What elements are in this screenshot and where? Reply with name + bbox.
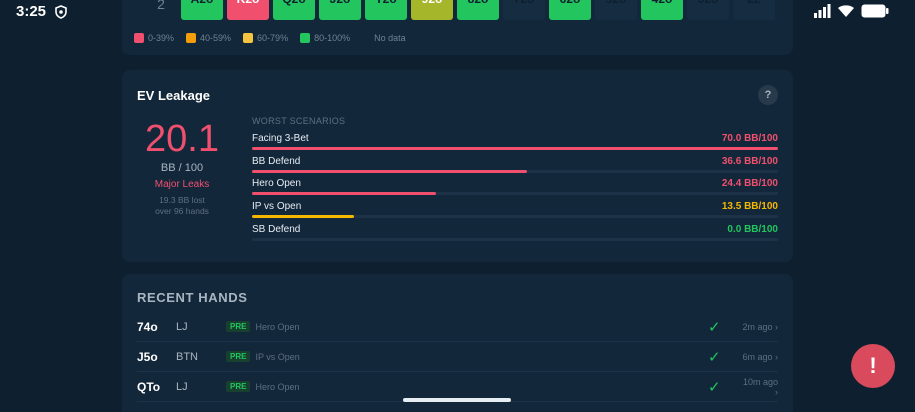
scenario-row[interactable]: BB Defend 36.6 BB/100 [252,156,778,176]
scenario-bar-track [252,237,778,241]
scenario-row[interactable]: Facing 3-Bet 70.0 BB/100 [252,133,778,153]
grid-cell[interactable]: 42o [641,0,683,20]
scenario-bar-fill [252,169,528,173]
scenario-name: Facing 3-Bet [252,133,309,144]
legend-label: 0-39% [148,33,175,43]
hand-grid-row: 2 A2oK2oQ2oJ2oT2o92o82o72o62o52o42o32o22 [145,0,775,20]
check-icon: ✓ [708,378,721,396]
recent-hands-card: RECENT HANDS 74o LJ PRE Hero Open ✓ 2m ago › J… [122,274,793,412]
summary-line-2: over 96 hands [155,206,209,216]
check-icon: ✓ [708,318,721,336]
signal-icon [814,4,831,18]
ev-leakage-card: EV Leakage ? 20.1 BB / 100 Major Leaks 1… [122,70,793,262]
summary-line-1: 19.3 BB lost [159,195,205,205]
legend-item: 80-100% [300,33,350,43]
street-badge: PRE [226,381,251,392]
hand-row[interactable]: 74o LJ PRE Hero Open ✓ 2m ago › [137,312,778,342]
street-badge: PRE [226,321,251,332]
status-icons [813,4,889,18]
scenario-value: 13.5 BB/100 [721,201,778,213]
grid-cell[interactable]: 62o [549,0,591,20]
hand-time: 10m ago › [742,376,778,397]
hand-position: LJ [176,380,188,393]
check-icon: ✓ [708,348,721,366]
hand-position: BTN [176,350,198,363]
scenario-row[interactable]: SB Defend 0.0 BB/100 [252,224,778,244]
scenario-name: IP vs Open [252,201,302,213]
battery-icon [861,4,889,18]
grid-cell[interactable]: T2o [365,0,407,20]
scenario-bar-track [252,169,778,173]
scenario-bar-track [252,147,778,150]
scenario-bar-track [252,215,778,219]
ev-leakage-summary: 19.3 BB lost over 96 hands [122,195,242,217]
legend-swatch [243,33,254,43]
scenario-value: 24.4 BB/100 [721,178,778,190]
hand-scenario: Hero Open [255,321,300,332]
hand-cards: QTo [137,379,161,394]
hand-row[interactable]: J5o BTN PRE IP vs Open ✓ 6m ago › [137,342,778,372]
hand-time: 2m ago › [742,321,778,332]
legend-label: 40-59% [200,33,232,43]
grid-cell[interactable]: Q2o [273,0,315,20]
status-time: 3:25 [16,3,68,20]
wifi-icon [838,5,854,17]
scenario-value: 36.6 BB/100 [721,155,778,167]
grid-legend: 0-39% 40-59% 60-79% 80-100% No data [134,33,406,43]
grid-cell[interactable]: 32o [687,0,729,20]
scenario-name: SB Defend [252,223,301,235]
legend-item: 60-79% [243,33,288,43]
scenario-value: 0.0 BB/100 [727,223,778,235]
shield-icon [55,4,67,19]
hand-scenario: Hero Open [255,381,300,392]
ev-leakage-status: Major Leaks [154,179,210,190]
legend-item: 40-59% [186,33,231,43]
grid-cell[interactable]: J2o [319,0,361,20]
hand-cards: 74o [137,319,158,334]
scenario-row[interactable]: IP vs Open 13.5 BB/100 [252,201,778,221]
alert-button[interactable]: ! [851,344,895,388]
scenario-row[interactable]: Hero Open 24.4 BB/100 [252,178,778,198]
legend-item: No data [374,33,406,43]
grid-cell[interactable]: 92o [411,0,453,20]
hand-position: LJ [176,320,188,333]
legend-label: 60-79% [257,33,289,43]
legend-label: No data [374,33,406,43]
scenario-bar-fill [252,147,778,150]
legend-item: 0-39% [134,33,174,43]
ev-leakage-unit: BB / 100 [160,162,204,174]
scenario-bar-track [252,192,778,196]
scenario-bar-fill [252,192,436,196]
legend-label: 80-100% [314,33,351,43]
hand-time: 6m ago › [742,351,778,362]
home-indicator[interactable] [403,398,511,402]
hand-cards: J5o [137,349,158,364]
scenario-name: Hero Open [252,178,301,190]
scenario-bar-fill [252,215,354,219]
grid-cell[interactable]: 52o [595,0,637,20]
legend-swatch [186,33,197,43]
legend-swatch [134,33,144,43]
scenario-value: 70.0 BB/100 [721,133,778,144]
grid-cell[interactable]: K2o [227,0,269,20]
recent-hands-title: RECENT HANDS [137,290,248,305]
ev-leakage-value: 20.1 [145,118,219,160]
grid-cell[interactable]: 72o [503,0,545,20]
grid-cells: A2oK2oQ2oJ2oT2o92o82o72o62o52o42o32o22 [181,0,775,20]
hand-scenario: IP vs Open [255,351,300,362]
legend-swatch [300,33,311,43]
worst-scenarios-label: WORST SCENARIOS [252,116,346,126]
grid-row-label: 2 [157,0,165,12]
ev-leakage-title: EV Leakage [137,88,210,103]
help-button[interactable]: ? [758,85,778,105]
grid-cell[interactable]: A2o [181,0,223,20]
grid-cell[interactable]: 22 [733,0,775,20]
scenario-name: BB Defend [252,155,301,167]
clock: 3:25 [16,3,47,20]
grid-cell[interactable]: 82o [457,0,499,20]
street-badge: PRE [226,351,251,362]
